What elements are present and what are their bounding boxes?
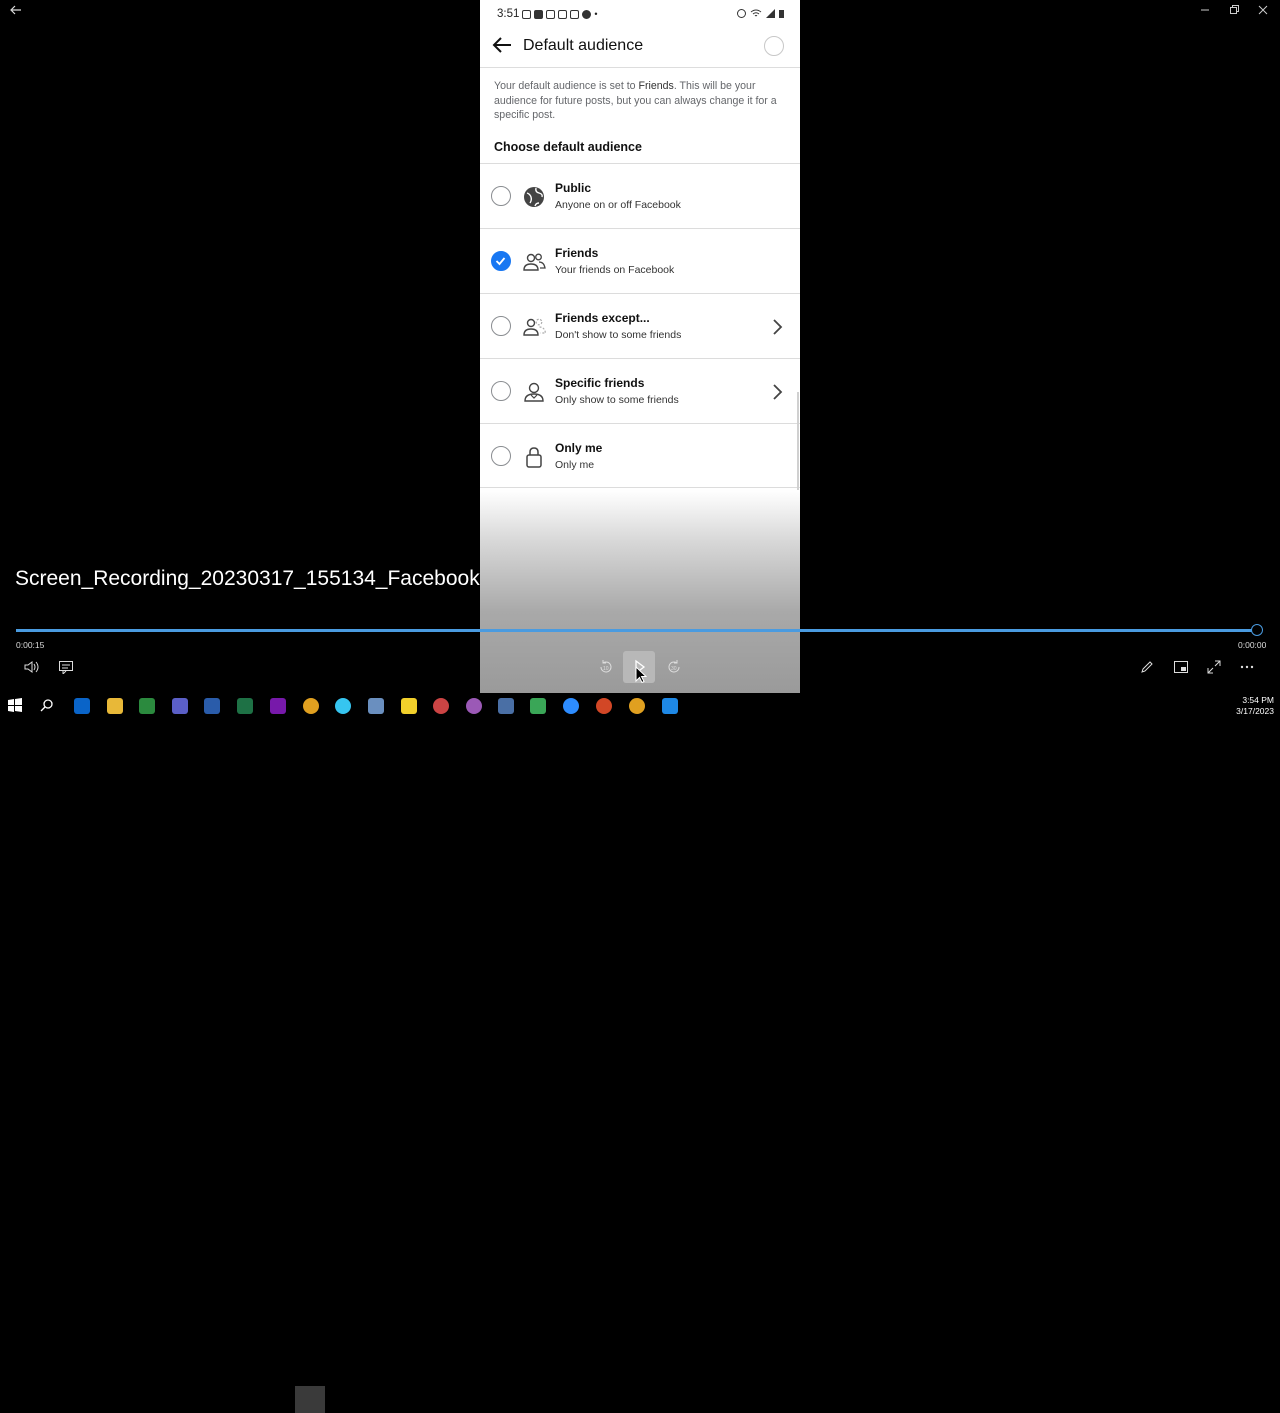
chevron-right-icon[interactable]	[770, 383, 784, 401]
app-icon[interactable]	[433, 698, 449, 714]
skip-forward-30-icon[interactable]: 30	[665, 659, 683, 675]
app-icon[interactable]	[466, 698, 482, 714]
option-public[interactable]: Public Anyone on or off Facebook	[480, 163, 800, 228]
section-title: Choose default audience	[494, 140, 642, 154]
app-icon	[546, 9, 556, 19]
mini-player-icon[interactable]	[1172, 659, 1190, 675]
divider	[480, 67, 800, 68]
outlook-icon[interactable]	[74, 698, 90, 714]
option-title: Only me	[555, 441, 603, 455]
status-bar: 3:51 •	[497, 8, 598, 20]
lock-icon	[522, 445, 546, 469]
header-radio-icon[interactable]	[764, 36, 784, 56]
radio-button[interactable]	[491, 381, 511, 401]
friends-icon	[522, 250, 546, 274]
edit-pencil-icon[interactable]	[1138, 659, 1156, 675]
excel-icon[interactable]	[237, 698, 253, 714]
onenote-icon[interactable]	[270, 698, 286, 714]
option-subtitle: Don't show to some friends	[555, 329, 682, 341]
radio-button[interactable]	[491, 446, 511, 466]
more-options-icon[interactable]	[1238, 659, 1256, 675]
account-icon	[582, 9, 592, 19]
description-text: Your default audience is set to Friends.…	[494, 79, 794, 123]
zoom-icon[interactable]	[563, 698, 579, 714]
friends-except-icon	[522, 315, 547, 339]
clock-date: 3/17/2023	[1236, 706, 1274, 716]
page-title: Default audience	[523, 37, 644, 54]
radio-button[interactable]	[491, 316, 511, 336]
option-specific-friends[interactable]: Specific friends Only show to some frien…	[480, 358, 800, 423]
slack-icon[interactable]	[335, 698, 351, 714]
active-app-highlight	[295, 1386, 325, 1413]
option-title: Public	[555, 181, 592, 195]
minimize-icon[interactable]	[1197, 3, 1213, 17]
dot-icon: •	[594, 9, 598, 19]
option-title: Specific friends	[555, 376, 645, 390]
sticky-notes-icon[interactable]	[401, 698, 417, 714]
back-arrow-icon[interactable]	[492, 36, 512, 59]
chevron-right-icon[interactable]	[770, 318, 784, 336]
checkmark-icon	[495, 257, 506, 266]
app-icon	[558, 9, 568, 19]
taskbar-clock[interactable]: 3:54 PM 3/17/2023	[1236, 695, 1274, 717]
powerpoint-icon[interactable]	[596, 698, 612, 714]
restore-icon[interactable]	[1226, 3, 1242, 17]
teams-icon[interactable]	[172, 698, 188, 714]
windows-start-icon[interactable]	[8, 698, 24, 714]
svg-text:30: 30	[671, 666, 677, 672]
seek-knob[interactable]	[1251, 624, 1263, 636]
status-time: 3:51	[497, 8, 520, 20]
captions-icon[interactable]	[57, 659, 75, 675]
radio-button[interactable]	[491, 186, 511, 206]
back-arrow-icon[interactable]	[8, 3, 24, 17]
description-bold: Friends	[638, 80, 674, 92]
option-only-me[interactable]: Only me Only me	[480, 423, 800, 488]
app-icon	[570, 9, 580, 19]
globe-icon	[522, 185, 546, 209]
description-pre: Your default audience is set to	[494, 80, 639, 92]
clock-time: 3:54 PM	[1242, 695, 1274, 705]
file-explorer-icon[interactable]	[107, 698, 123, 714]
option-subtitle: Only me	[555, 459, 595, 471]
option-title: Friends except...	[555, 311, 650, 325]
scrollbar[interactable]	[797, 392, 799, 490]
seek-bar[interactable]	[16, 629, 1257, 632]
elapsed-time: 0:00:15	[16, 640, 45, 650]
media-player-icon[interactable]	[662, 698, 678, 714]
option-subtitle: Anyone on or off Facebook	[555, 199, 681, 211]
phone-screen: 3:51 • Default audience Your default aud…	[480, 0, 800, 693]
remaining-time: 0:00:00	[1238, 640, 1267, 650]
taskbar: 3:54 PM 3/17/2023	[0, 693, 1280, 1413]
svg-text:10: 10	[603, 666, 609, 672]
word-icon[interactable]	[204, 698, 220, 714]
alarm-icon	[737, 9, 746, 18]
signal-icon	[766, 9, 775, 18]
status-right	[737, 9, 784, 18]
video-title: Screen_Recording_20230317_155134_Faceboo…	[15, 567, 480, 590]
option-subtitle: Only show to some friends	[555, 394, 679, 406]
skip-back-10-icon[interactable]: 10	[597, 659, 615, 675]
specific-friend-icon	[522, 380, 546, 404]
option-friends[interactable]: Friends Your friends on Facebook	[480, 228, 800, 293]
app-icon[interactable]	[498, 698, 514, 714]
option-friends-except[interactable]: Friends except... Don't show to some fri…	[480, 293, 800, 358]
radio-button-checked[interactable]	[491, 251, 511, 271]
fullscreen-icon[interactable]	[1205, 659, 1223, 675]
volume-icon[interactable]	[23, 659, 41, 675]
app-icon[interactable]	[530, 698, 546, 714]
wifi-icon	[750, 9, 762, 17]
option-title: Friends	[555, 246, 599, 260]
search-icon[interactable]	[40, 698, 56, 714]
option-subtitle: Your friends on Facebook	[555, 264, 675, 276]
calculator-icon[interactable]	[368, 698, 384, 714]
mouse-cursor-icon	[635, 665, 648, 689]
calendar-icon	[522, 9, 532, 19]
store-icon[interactable]	[139, 698, 155, 714]
chrome-icon[interactable]	[303, 698, 319, 714]
chrome-icon[interactable]	[629, 698, 645, 714]
youtube-icon	[534, 9, 544, 19]
close-icon[interactable]	[1255, 3, 1271, 17]
battery-icon	[779, 9, 784, 18]
